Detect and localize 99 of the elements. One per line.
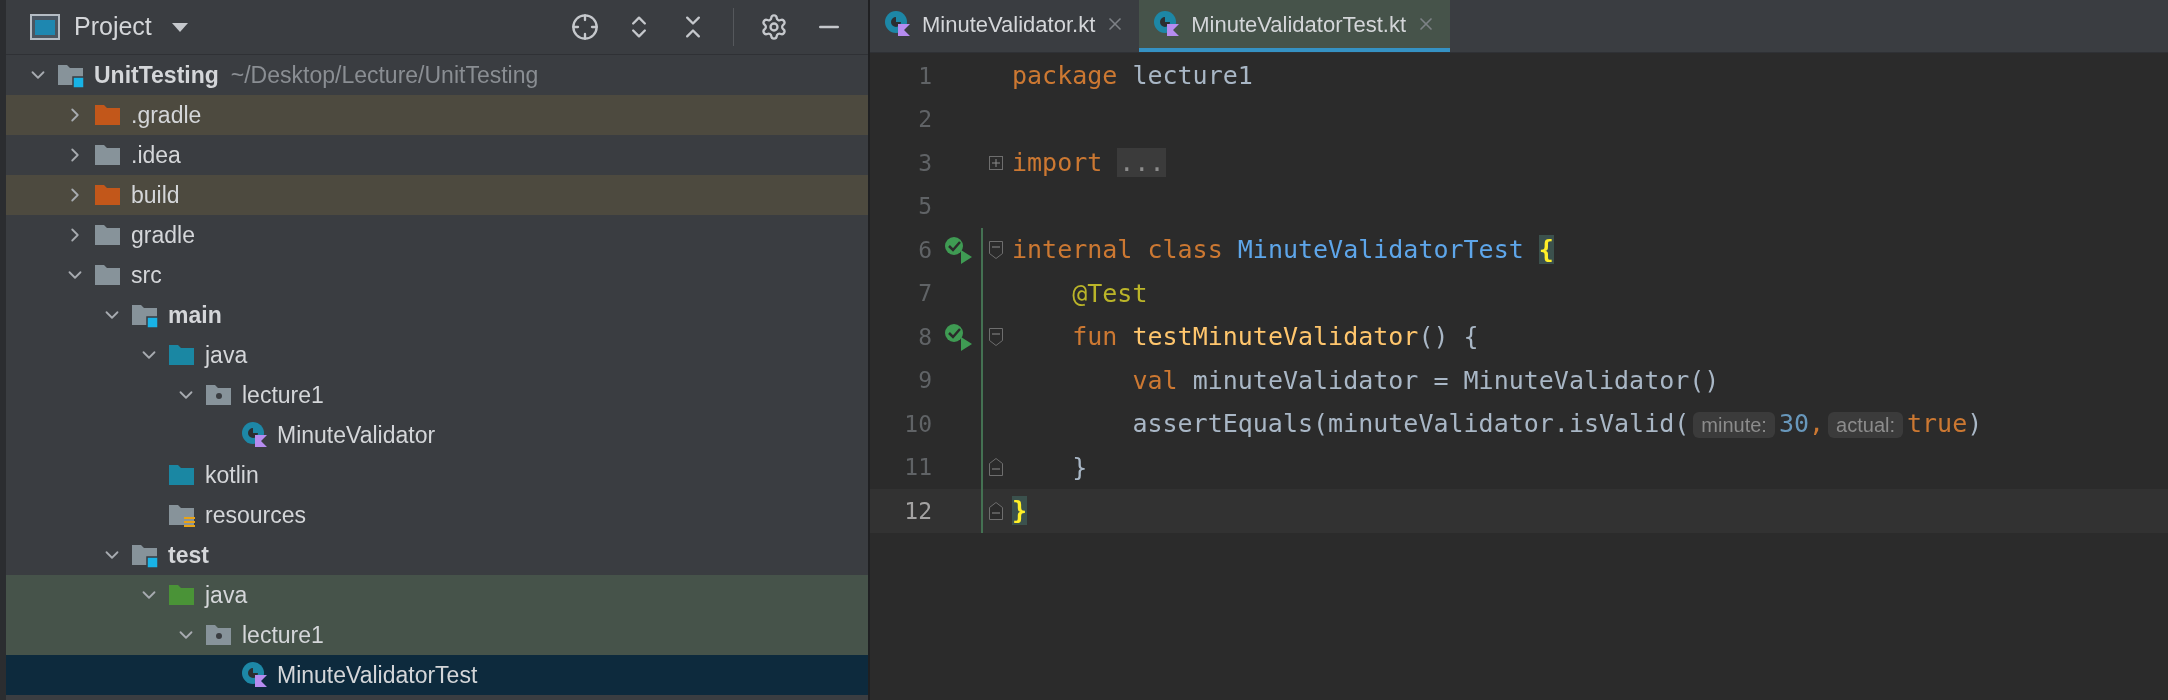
tab-label: MinuteValidatorTest.kt xyxy=(1191,10,1407,39)
caret-icon[interactable] xyxy=(169,20,190,34)
code-token: MinuteValidatorTest xyxy=(1237,235,1525,264)
module-folder-icon xyxy=(130,542,160,568)
folder-icon xyxy=(167,342,197,368)
code-token: import xyxy=(1012,148,1103,177)
line-number: 7 xyxy=(917,279,932,308)
code-token: @Test xyxy=(1071,278,1148,308)
tree-item[interactable]: MinuteValidator xyxy=(6,415,868,455)
tree-item[interactable]: src xyxy=(6,255,868,295)
tree-item[interactable]: lecture1 xyxy=(6,615,868,655)
line-number: 5 xyxy=(917,192,932,221)
line-number: 6 xyxy=(917,235,932,265)
tree-item-label: test xyxy=(168,540,209,570)
kotlin-class-icon xyxy=(241,421,269,449)
line-number: 1 xyxy=(917,61,932,91)
tree-item[interactable]: resources xyxy=(6,495,868,535)
folder-icon xyxy=(167,582,197,608)
tab-label: MinuteValidator.kt xyxy=(922,10,1096,39)
module-folder-icon xyxy=(130,302,160,328)
line-number: 8 xyxy=(917,322,932,352)
package-folder-icon xyxy=(204,622,234,648)
fold-collapse-icon[interactable] xyxy=(989,240,1003,259)
window-icon xyxy=(30,14,60,40)
line-number: 10 xyxy=(903,409,932,439)
tree-item-label: java xyxy=(205,580,248,610)
folder-icon xyxy=(93,262,123,288)
tree-item[interactable]: lecture1 xyxy=(6,375,868,415)
tree-item[interactable]: java xyxy=(6,335,868,375)
fold-end-icon[interactable] xyxy=(989,501,1003,520)
folder-icon xyxy=(93,142,123,168)
code-token: internal class xyxy=(1012,235,1224,264)
line-number: 2 xyxy=(917,105,932,134)
tree-item[interactable]: build xyxy=(6,175,868,215)
run-test-icon[interactable] xyxy=(944,322,974,351)
tree-item[interactable]: main xyxy=(6,295,868,335)
tree-item[interactable]: MinuteValidatorTest xyxy=(6,655,868,695)
tree-item[interactable]: .idea xyxy=(6,135,868,175)
matched-brace: } xyxy=(1012,496,1028,525)
tree-item-label: gradle xyxy=(131,220,195,250)
code-token: 30 xyxy=(1778,409,1809,438)
code-token: testMinuteValidator xyxy=(1132,322,1419,351)
tree-item[interactable]: kotlin xyxy=(6,455,868,495)
kotlin-class-icon xyxy=(1153,10,1182,38)
fold-end-icon[interactable] xyxy=(989,458,1003,477)
tree-item-label: lecture1 xyxy=(242,620,324,650)
tree-item-label: java xyxy=(205,340,248,370)
tree-item[interactable]: test xyxy=(6,535,868,575)
code-token: true xyxy=(1907,409,1968,438)
code-token: ) xyxy=(1967,409,1983,438)
settings-icon[interactable] xyxy=(760,13,788,41)
code-token: minuteValidator = MinuteValidator() xyxy=(1191,365,1720,395)
kotlin-class-icon xyxy=(884,10,912,38)
tree-item-label: UnitTesting xyxy=(94,60,219,90)
folder-icon xyxy=(167,462,197,488)
line-number: 11 xyxy=(903,453,932,482)
tree-item-label: resources xyxy=(205,500,306,530)
editor-tab[interactable]: MinuteValidator.kt xyxy=(870,0,1140,52)
code-token: , xyxy=(1809,409,1825,438)
tree-item-label: kotlin xyxy=(205,460,259,490)
resources-folder-icon xyxy=(167,502,197,528)
code-token: () { xyxy=(1418,322,1479,351)
tree-item-path: ~/Desktop/Lecture/UnitTesting xyxy=(230,60,539,90)
line-number: 12 xyxy=(903,496,932,526)
tree-item-label: src xyxy=(131,260,162,290)
tree-item[interactable]: gradle xyxy=(6,215,868,255)
matched-brace: { xyxy=(1538,235,1554,264)
inlay-hint: actual: xyxy=(1828,412,1903,438)
panel-title: Project xyxy=(74,11,152,43)
code-token: lecture1 xyxy=(1131,61,1253,90)
package-folder-icon xyxy=(204,382,234,408)
kotlin-class-icon xyxy=(241,661,269,689)
tree-item-label: build xyxy=(131,180,180,210)
tree-item-label: MinuteValidator xyxy=(277,420,436,450)
code-token: package xyxy=(1012,61,1118,90)
fold-expand-icon[interactable] xyxy=(989,155,1003,170)
locate-icon[interactable] xyxy=(571,13,599,41)
tree-item-label: main xyxy=(168,300,222,330)
tree-item-label: lecture1 xyxy=(242,380,324,410)
line-number: 3 xyxy=(917,148,932,178)
folder-icon xyxy=(93,102,123,128)
tree-item-label: MinuteValidatorTest xyxy=(277,660,478,690)
code-token: } xyxy=(1071,452,1088,482)
folder-icon xyxy=(93,222,123,248)
code-token: val xyxy=(1131,365,1178,395)
tree-item[interactable]: java xyxy=(6,575,868,615)
editor-tab[interactable]: MinuteValidatorTest.kt xyxy=(1139,0,1451,52)
tree-item[interactable]: UnitTesting ~/Desktop/Lecture/UnitTesting xyxy=(6,55,868,95)
tree-item-label: .gradle xyxy=(131,100,202,130)
module-folder-icon xyxy=(56,62,86,88)
code-token: assertEquals(minuteValidator.isValid( xyxy=(1131,409,1690,438)
fold-collapse-icon[interactable] xyxy=(989,327,1003,346)
inlay-hint: minute: xyxy=(1693,412,1775,438)
run-test-icon[interactable] xyxy=(944,235,974,264)
tree-item[interactable]: .gradle xyxy=(6,95,868,135)
folder-icon xyxy=(93,182,123,208)
line-number: 9 xyxy=(917,366,932,395)
tree-item-label: .idea xyxy=(131,140,181,170)
code-token: fun xyxy=(1071,322,1119,351)
